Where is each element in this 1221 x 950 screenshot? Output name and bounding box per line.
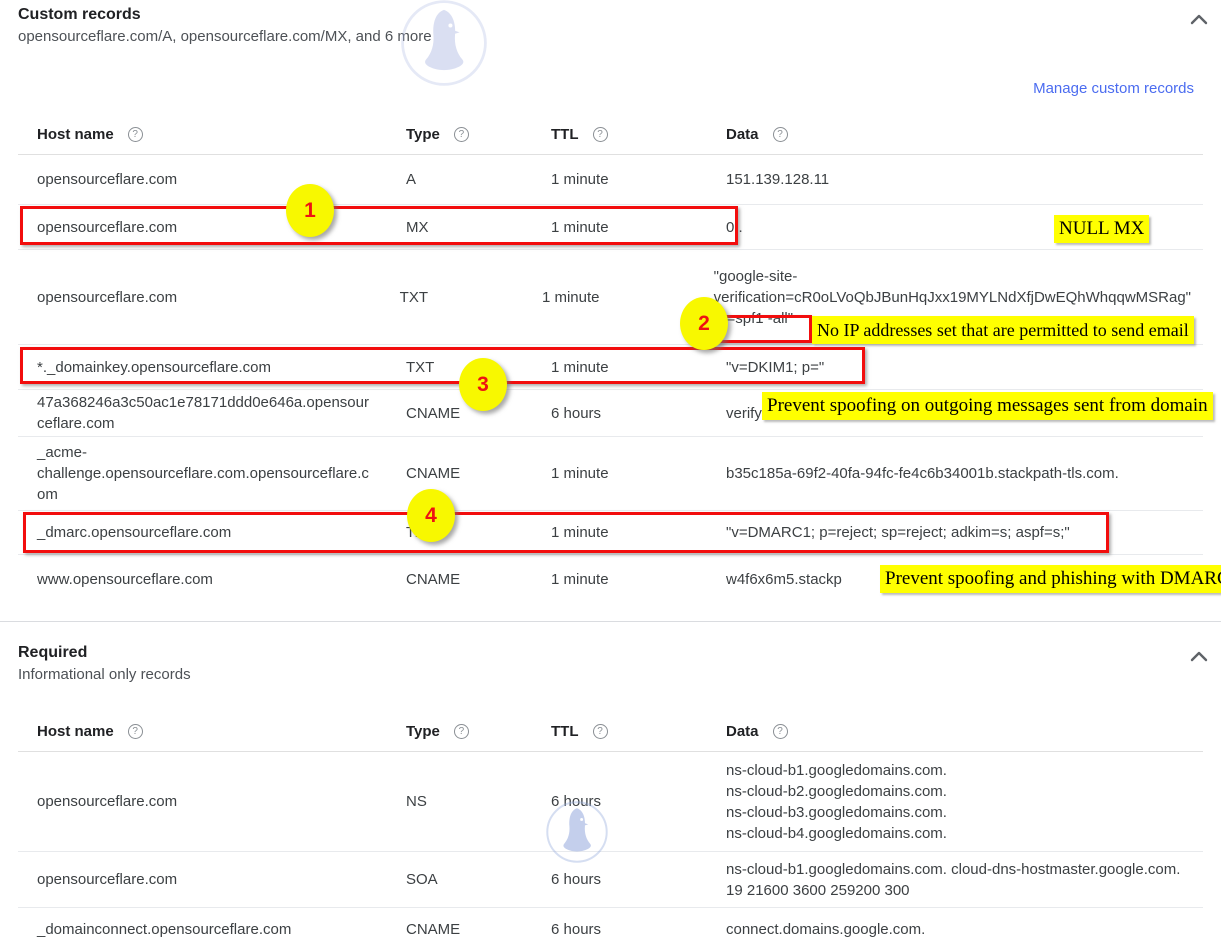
cell-ttl: 6 hours	[551, 919, 726, 940]
cell-type: TXT	[400, 287, 542, 308]
column-header-ttl: TTL	[551, 723, 579, 740]
cell-ttl: 1 minute	[551, 569, 726, 590]
cell-ttl: 1 minute	[551, 463, 726, 484]
table-row: _domainconnect.opensourceflare.com CNAME…	[18, 908, 1203, 950]
table-row: _acme-challenge.opensourceflare.com.open…	[18, 437, 1203, 511]
required-records-table: Host name? Type? TTL? Data? opensourcefl…	[18, 712, 1203, 950]
column-header-data: Data	[726, 723, 759, 740]
table-header-row: Host name? Type? TTL? Data?	[18, 115, 1203, 155]
cell-hostname: opensourceflare.com	[37, 791, 406, 812]
cell-data: ns-cloud-b1.googledomains.com. cloud-dns…	[726, 859, 1203, 901]
cell-type: CNAME	[406, 463, 551, 484]
help-icon[interactable]: ?	[773, 127, 788, 142]
section-title: Custom records	[18, 4, 1221, 26]
cell-ttl: 6 hours	[551, 869, 726, 890]
annotation-highlight-dmarc: Prevent spoofing and phishing with DMARC	[880, 565, 1221, 593]
cell-hostname: www.opensourceflare.com	[37, 569, 406, 590]
table-header-row: Host name? Type? TTL? Data?	[18, 712, 1203, 752]
collapse-chevron-icon[interactable]	[1190, 13, 1208, 25]
cell-data: b35c185a-69f2-40fa-94fc-fe4c6b34001b.sta…	[726, 463, 1203, 484]
cell-ttl: 6 hours	[551, 791, 726, 812]
section-title: Required	[18, 642, 1221, 664]
cell-type: CNAME	[406, 919, 551, 940]
cell-hostname: opensourceflare.com	[37, 869, 406, 890]
annotation-highlight-null-mx: NULL MX	[1054, 215, 1149, 243]
dns-records-page: Custom records opensourceflare.com/A, op…	[0, 0, 1221, 950]
help-icon[interactable]: ?	[454, 724, 469, 739]
annotation-callout-2: 2	[680, 297, 728, 350]
annotation-callout-1: 1	[286, 184, 334, 237]
section-subtitle: opensourceflare.com/A, opensourceflare.c…	[18, 26, 1221, 48]
column-header-type: Type	[406, 723, 440, 740]
cell-ttl: 6 hours	[551, 403, 726, 424]
annotation-box-dmarc-row	[23, 512, 1109, 553]
cell-data: connect.domains.google.com.	[726, 919, 1203, 940]
column-header-ttl: TTL	[551, 126, 579, 143]
manage-custom-records-link[interactable]: Manage custom records	[1033, 80, 1194, 97]
help-icon[interactable]: ?	[593, 127, 608, 142]
annotation-callout-4: 4	[407, 489, 455, 542]
column-header-hostname: Host name	[37, 126, 114, 143]
section-subtitle: Informational only records	[18, 664, 1221, 686]
cell-hostname: opensourceflare.com	[37, 287, 400, 308]
cell-hostname: _acme-challenge.opensourceflare.com.open…	[37, 442, 406, 505]
column-header-type: Type	[406, 126, 440, 143]
help-icon[interactable]: ?	[593, 724, 608, 739]
help-icon[interactable]: ?	[128, 127, 143, 142]
required-records-section: Required Informational only records Host…	[0, 622, 1221, 950]
cell-data: 151.139.128.11	[726, 169, 1203, 190]
cell-type: A	[406, 169, 551, 190]
cell-type: SOA	[406, 869, 551, 890]
cell-hostname: opensourceflare.com	[37, 169, 406, 190]
collapse-chevron-icon[interactable]	[1190, 650, 1208, 662]
annotation-box-dkim-row	[20, 347, 865, 384]
column-header-data: Data	[726, 126, 759, 143]
annotation-box-mx-row	[20, 206, 738, 245]
table-row: opensourceflare.com NS 6 hours ns-cloud-…	[18, 752, 1203, 852]
cell-type: NS	[406, 791, 551, 812]
cell-data: ns-cloud-b1.googledomains.com. ns-cloud-…	[726, 760, 1203, 844]
help-icon[interactable]: ?	[773, 724, 788, 739]
column-header-hostname: Host name	[37, 723, 114, 740]
cell-hostname: 47a368246a3c50ac1e78171ddd0e646a.opensou…	[37, 392, 406, 434]
help-icon[interactable]: ?	[128, 724, 143, 739]
cell-type: CNAME	[406, 569, 551, 590]
help-icon[interactable]: ?	[454, 127, 469, 142]
table-row: opensourceflare.com A 1 minute 151.139.1…	[18, 155, 1203, 205]
cell-ttl: 1 minute	[551, 169, 726, 190]
annotation-highlight-spf: No IP addresses set that are permitted t…	[812, 316, 1194, 344]
annotation-callout-3: 3	[459, 358, 507, 411]
cell-hostname: _domainconnect.opensourceflare.com	[37, 919, 406, 940]
annotation-highlight-dkim: Prevent spoofing on outgoing messages se…	[762, 392, 1213, 420]
table-row: opensourceflare.com SOA 6 hours ns-cloud…	[18, 852, 1203, 908]
